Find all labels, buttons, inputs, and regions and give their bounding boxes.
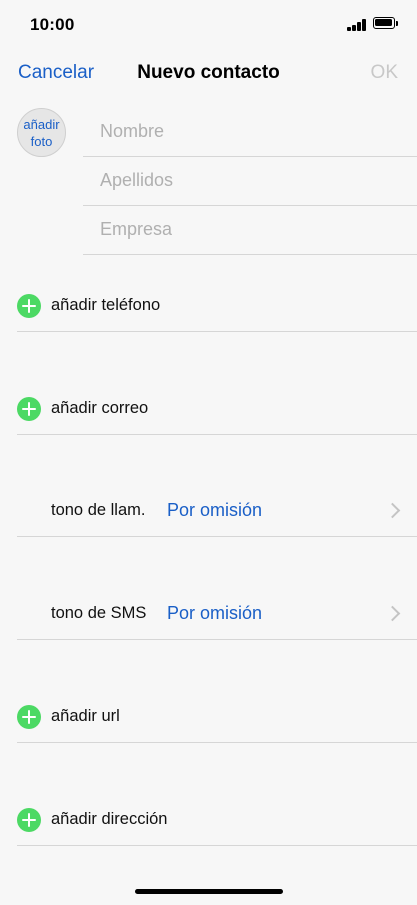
company-field[interactable]: [100, 205, 400, 253]
ringtone-row[interactable]: tono de llam. Por omisión: [17, 486, 417, 537]
add-circle-icon[interactable]: [17, 808, 41, 832]
home-indicator[interactable]: [135, 889, 283, 894]
sms-tone-label: tono de SMS: [51, 604, 147, 622]
chevron-right-icon: [384, 605, 401, 622]
ringtone-value: Por omisión: [167, 500, 263, 520]
add-url-row[interactable]: añadir url: [17, 692, 417, 743]
add-phone-row[interactable]: añadir teléfono: [17, 281, 417, 332]
add-photo-label-line1: añadir: [23, 116, 60, 132]
status-time: 10:00: [30, 15, 75, 34]
ringtone-label: tono de llam.: [51, 501, 146, 519]
first-name-row: [83, 107, 417, 157]
add-photo-label-line2: foto: [30, 133, 53, 149]
last-name-row: [83, 156, 417, 206]
add-circle-icon[interactable]: [17, 397, 41, 421]
company-row: [83, 205, 417, 255]
battery-full-icon: [373, 17, 398, 31]
add-circle-icon[interactable]: [17, 294, 41, 318]
sms-tone-value: Por omisión: [167, 603, 263, 623]
cancel-button[interactable]: Cancelar: [18, 62, 94, 84]
ok-button[interactable]: OK: [371, 62, 398, 84]
first-name-field[interactable]: [100, 107, 400, 155]
chevron-right-icon: [384, 502, 401, 519]
signal-bars-icon: [347, 19, 367, 31]
add-url-label: añadir url: [51, 707, 120, 725]
add-phone-label: añadir teléfono: [51, 296, 161, 314]
add-email-row[interactable]: añadir correo: [17, 384, 417, 435]
add-email-label: añadir correo: [51, 399, 149, 417]
sms-tone-row[interactable]: tono de SMS Por omisión: [17, 589, 417, 640]
add-address-row[interactable]: añadir dirección: [17, 795, 417, 846]
add-circle-icon[interactable]: [17, 705, 41, 729]
status-bar: 10:00: [0, 0, 417, 50]
last-name-field[interactable]: [100, 156, 400, 204]
add-photo-button[interactable]: añadir foto: [17, 108, 66, 157]
add-address-label: añadir dirección: [51, 810, 168, 828]
